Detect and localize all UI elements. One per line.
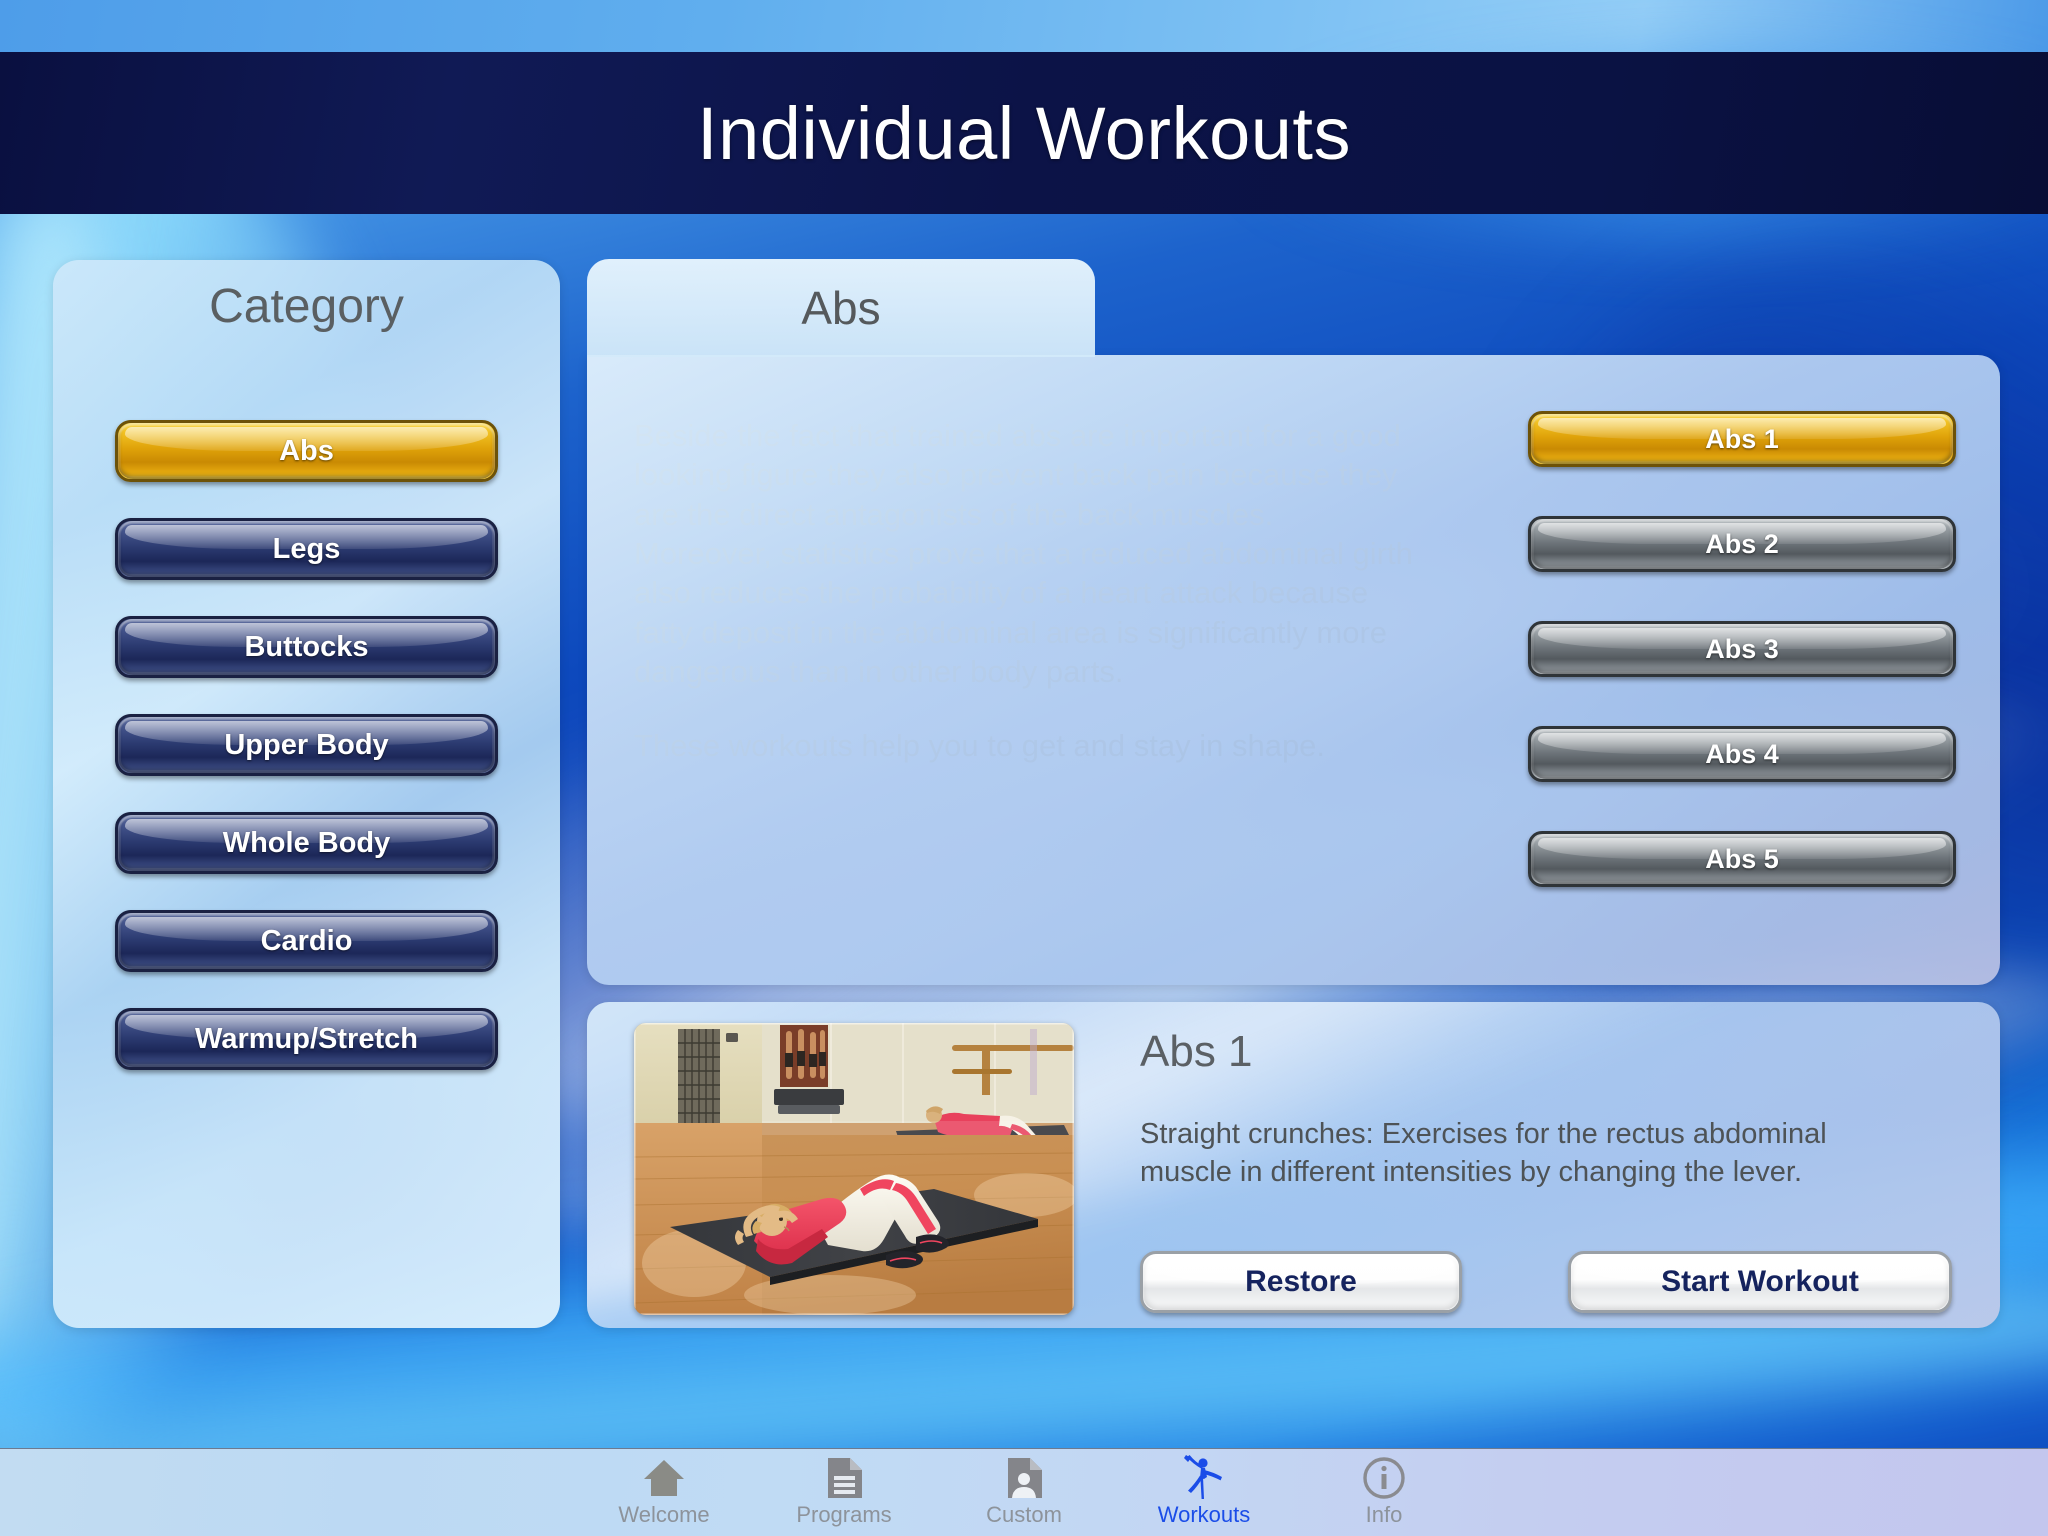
- tab-welcome[interactable]: Welcome: [574, 1449, 754, 1536]
- restore-button-label: Restore: [1245, 1265, 1357, 1298]
- workout-item-abs-5[interactable]: Abs 5: [1528, 831, 1956, 887]
- category-item-label: Whole Body: [222, 826, 391, 859]
- category-item-label: Warmup/Stretch: [195, 1022, 418, 1055]
- tab-programs[interactable]: Programs: [754, 1449, 934, 1536]
- exercise-photo: [634, 1023, 1074, 1315]
- detail-description: Straight crunches: Exercises for the rec…: [1140, 1118, 1827, 1188]
- exercise-thumbnail[interactable]: [634, 1023, 1074, 1315]
- workout-item-abs-3[interactable]: Abs 3: [1528, 621, 1956, 677]
- bottom-tab-bar: Welcome Programs Custom Workouts Info: [0, 1448, 2048, 1536]
- start-workout-button-label: Start Workout: [1661, 1265, 1859, 1298]
- document-user-icon: [1005, 1455, 1043, 1501]
- category-item-whole-body[interactable]: Whole Body: [115, 812, 498, 874]
- category-panel: Category Abs Legs Buttocks Upper Body Whole …: [53, 260, 560, 1328]
- background-top-strip: [0, 0, 2048, 52]
- category-item-label: Buttocks: [244, 630, 369, 663]
- workout-item-label: Abs 2: [1705, 528, 1779, 559]
- workout-item-label: Abs 4: [1705, 738, 1779, 769]
- tab-label: Workouts: [1157, 1502, 1251, 1527]
- category-item-upper-body[interactable]: Upper Body: [115, 714, 498, 776]
- info-circle-icon: [1362, 1455, 1406, 1501]
- category-item-label: Abs: [279, 434, 334, 467]
- workout-item-label: Abs 5: [1705, 843, 1779, 874]
- workout-item-abs-2[interactable]: Abs 2: [1528, 516, 1956, 572]
- category-item-label: Legs: [272, 532, 341, 565]
- category-item-label: Cardio: [260, 924, 353, 957]
- page-title: Individual Workouts: [697, 91, 1351, 175]
- workout-item-label: Abs 3: [1705, 633, 1779, 664]
- workout-item-abs-4[interactable]: Abs 4: [1528, 726, 1956, 782]
- document-lines-icon: [825, 1455, 863, 1501]
- main-tab-label: Abs: [801, 282, 881, 334]
- restore-button[interactable]: Restore: [1140, 1251, 1462, 1313]
- tab-workouts[interactable]: Workouts: [1114, 1449, 1294, 1536]
- category-item-warmup-stretch[interactable]: Warmup/Stretch: [115, 1008, 498, 1070]
- home-icon: [642, 1455, 686, 1501]
- main-tab-header[interactable]: Abs: [587, 259, 1095, 357]
- start-workout-button[interactable]: Start Workout: [1568, 1251, 1952, 1313]
- tab-info[interactable]: Info: [1294, 1449, 1474, 1536]
- tab-label: Info: [1365, 1502, 1403, 1527]
- workout-item-label: Abs 1: [1705, 423, 1779, 454]
- category-item-label: Upper Body: [224, 728, 389, 761]
- category-item-buttocks[interactable]: Buttocks: [115, 616, 498, 678]
- category-panel-header: Category: [53, 260, 560, 352]
- category-item-legs[interactable]: Legs: [115, 518, 498, 580]
- tab-custom[interactable]: Custom: [934, 1449, 1114, 1536]
- category-title: Category: [209, 279, 404, 333]
- tab-label: Welcome: [618, 1502, 710, 1527]
- category-item-abs[interactable]: Abs: [115, 420, 498, 482]
- workout-item-abs-1[interactable]: Abs 1: [1528, 411, 1956, 467]
- exercise-figure-icon: [1182, 1455, 1226, 1501]
- category-item-cardio[interactable]: Cardio: [115, 910, 498, 972]
- tab-label: Custom: [986, 1502, 1062, 1527]
- tab-label: Programs: [796, 1502, 892, 1527]
- app-header: Individual Workouts: [0, 52, 2048, 214]
- detail-title: Abs 1: [1140, 1027, 1253, 1076]
